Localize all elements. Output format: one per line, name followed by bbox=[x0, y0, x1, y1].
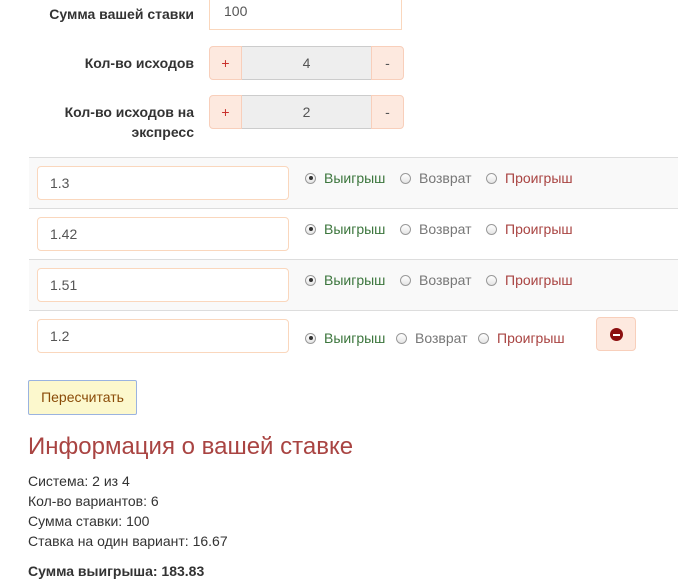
odds-input-4[interactable]: 1.2 bbox=[37, 319, 289, 353]
odds-input-1[interactable]: 1.3 bbox=[37, 166, 289, 200]
radio-win-2[interactable]: Выигрыш bbox=[305, 221, 385, 237]
radio-return-1[interactable]: Возврат bbox=[400, 170, 472, 186]
express-minus-button[interactable]: - bbox=[371, 95, 404, 129]
express-value[interactable]: 2 bbox=[242, 95, 371, 129]
remove-outcome-button[interactable] bbox=[596, 317, 636, 351]
outcomes-plus-button[interactable]: + bbox=[209, 46, 242, 80]
express-plus-button[interactable]: + bbox=[209, 95, 242, 129]
radio-win-1[interactable]: Выигрыш bbox=[305, 170, 385, 186]
info-per-variant: Ставка на один вариант: 16.67 bbox=[28, 533, 228, 549]
radio-loss-1[interactable]: Проигрыш bbox=[486, 170, 573, 186]
radio-loss-3[interactable]: Проигрыш bbox=[486, 272, 573, 288]
odds-row-4: 1.2 Выигрыш Возврат Проигрыш bbox=[29, 310, 678, 361]
radio-win-label: Выигрыш bbox=[324, 221, 386, 237]
radio-return-label: Возврат bbox=[419, 272, 472, 288]
radio-loss-label: Проигрыш bbox=[505, 221, 573, 237]
info-variants: Кол-во вариантов: 6 bbox=[28, 493, 159, 509]
radio-unchecked-icon[interactable] bbox=[486, 172, 497, 184]
outcomes-stepper: + 4 - bbox=[209, 46, 404, 80]
radio-return-2[interactable]: Возврат bbox=[400, 221, 472, 237]
radio-return-label: Возврат bbox=[419, 221, 472, 237]
express-stepper: + 2 - bbox=[209, 95, 404, 129]
radio-unchecked-icon[interactable] bbox=[400, 172, 411, 184]
outcomes-minus-button[interactable]: - bbox=[371, 46, 404, 80]
radio-return-label: Возврат bbox=[419, 170, 472, 186]
radio-unchecked-icon[interactable] bbox=[400, 223, 411, 235]
radio-return-4[interactable]: Возврат bbox=[396, 330, 468, 346]
radio-checked-icon[interactable] bbox=[305, 332, 316, 344]
radio-loss-4[interactable]: Проигрыш bbox=[478, 330, 565, 346]
radio-unchecked-icon[interactable] bbox=[486, 223, 497, 235]
odds-input-2[interactable]: 1.42 bbox=[37, 217, 289, 251]
radio-return-3[interactable]: Возврат bbox=[400, 272, 472, 288]
radio-loss-label: Проигрыш bbox=[505, 170, 573, 186]
stake-label: Сумма вашей ставки bbox=[49, 6, 194, 22]
info-stake-sum: Сумма ставки: 100 bbox=[28, 513, 150, 529]
radio-win-3[interactable]: Выигрыш bbox=[305, 272, 385, 288]
radio-loss-label: Проигрыш bbox=[497, 330, 565, 346]
radio-loss-2[interactable]: Проигрыш bbox=[486, 221, 573, 237]
radio-checked-icon[interactable] bbox=[305, 172, 316, 184]
express-label: Кол-во исходов на экспресс bbox=[65, 102, 194, 142]
odds-input-3[interactable]: 1.51 bbox=[37, 268, 289, 302]
outcomes-value[interactable]: 4 bbox=[242, 46, 371, 80]
info-win-sum: Сумма выигрыша: 183.83 bbox=[28, 563, 205, 579]
radio-unchecked-icon[interactable] bbox=[478, 332, 489, 344]
odds-row-3: 1.51 Выигрыш Возврат Проигрыш bbox=[29, 259, 678, 310]
radio-win-4[interactable]: Выигрыш bbox=[305, 330, 385, 346]
radio-unchecked-icon[interactable] bbox=[396, 332, 407, 344]
radio-win-label: Выигрыш bbox=[324, 170, 386, 186]
radio-checked-icon[interactable] bbox=[305, 274, 316, 286]
odds-row-1: 1.3 Выигрыш Возврат Проигрыш bbox=[29, 157, 678, 208]
radio-loss-label: Проигрыш bbox=[505, 272, 573, 288]
radio-unchecked-icon[interactable] bbox=[486, 274, 497, 286]
info-system: Система: 2 из 4 bbox=[28, 473, 130, 489]
odds-row-2: 1.42 Выигрыш Возврат Проигрыш bbox=[29, 208, 678, 259]
radio-win-label: Выигрыш bbox=[324, 272, 386, 288]
radio-unchecked-icon[interactable] bbox=[400, 274, 411, 286]
stake-input[interactable]: 100 bbox=[209, 0, 402, 30]
info-title: Информация о вашей ставке bbox=[28, 433, 354, 460]
radio-win-label: Выигрыш bbox=[324, 330, 386, 346]
minus-circle-icon bbox=[610, 328, 623, 341]
express-label-line2: экспресс bbox=[131, 124, 194, 140]
express-label-line1: Кол-во исходов на bbox=[64, 104, 194, 120]
recalculate-button[interactable]: Пересчитать bbox=[28, 380, 137, 415]
radio-checked-icon[interactable] bbox=[305, 223, 316, 235]
outcomes-label: Кол-во исходов bbox=[84, 55, 194, 71]
radio-return-label: Возврат bbox=[415, 330, 468, 346]
